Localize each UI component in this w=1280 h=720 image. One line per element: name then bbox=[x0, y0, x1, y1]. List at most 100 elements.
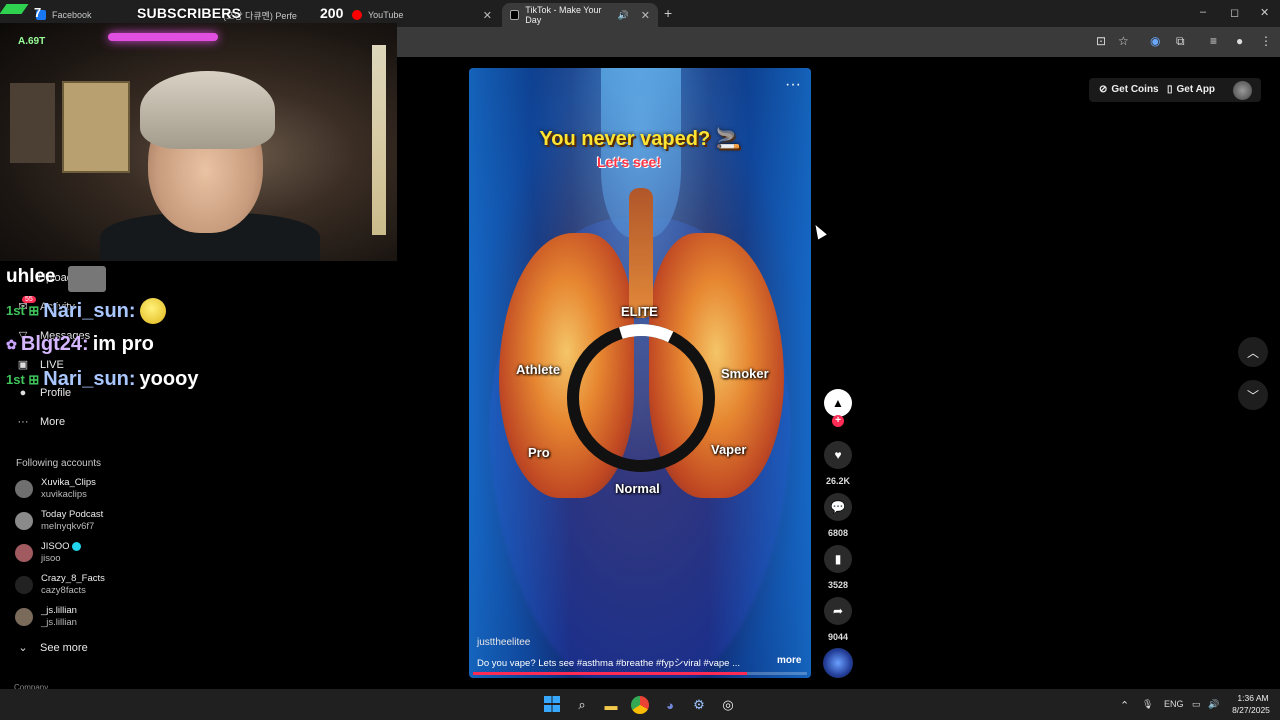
heart-icon: ♥ bbox=[834, 448, 842, 462]
sound-disc-icon[interactable] bbox=[823, 648, 853, 678]
comment-count: 6808 bbox=[827, 528, 849, 538]
chat-badge-icon: 1st ⊞ bbox=[6, 371, 40, 387]
language-indicator[interactable]: ENG bbox=[1164, 699, 1184, 709]
close-tab-icon[interactable]: ✕ bbox=[483, 9, 492, 22]
get-coins-button[interactable]: ⊘ Get Coins bbox=[1099, 84, 1159, 95]
search-icon[interactable]: ⌕ bbox=[573, 696, 591, 714]
mouse-cursor-icon bbox=[811, 222, 827, 240]
video-author[interactable]: justtheelitee bbox=[477, 637, 530, 648]
account-handle: cazy8facts bbox=[41, 585, 86, 596]
windows-start-icon[interactable] bbox=[544, 696, 560, 712]
minimize-button[interactable]: – bbox=[1200, 6, 1206, 18]
wanted-poster bbox=[62, 81, 130, 173]
comment-icon: 💬 bbox=[830, 500, 846, 514]
clock-date[interactable]: 8/27/2025 bbox=[1226, 705, 1276, 715]
account-name: JISOO bbox=[41, 541, 70, 552]
chat-username: Nari_sun: bbox=[43, 368, 136, 390]
bookmark-star-icon[interactable]: ☆ bbox=[1118, 34, 1129, 48]
wall-poster bbox=[10, 83, 55, 163]
install-icon[interactable]: ⊡ bbox=[1096, 34, 1106, 48]
comment-button[interactable]: 💬 bbox=[824, 493, 852, 521]
video-title: You never vaped? 🚬 bbox=[539, 128, 741, 150]
account-handle: xuvikaclips bbox=[41, 489, 87, 500]
like-count: 26.2K bbox=[825, 476, 851, 486]
chrome-icon[interactable] bbox=[631, 696, 649, 714]
ring-progress bbox=[567, 324, 715, 472]
avatar bbox=[15, 512, 33, 530]
tab-label: TikTok - Make Your Day bbox=[525, 5, 602, 25]
ring-track bbox=[567, 324, 715, 472]
breath-meter-ring bbox=[567, 324, 715, 472]
avatar bbox=[15, 608, 33, 626]
follow-plus-icon[interactable]: + bbox=[832, 415, 844, 427]
chat-username: Blgt24: bbox=[20, 333, 89, 355]
neon-light bbox=[108, 33, 218, 41]
webcam-feed: A.69T bbox=[0, 23, 397, 261]
coin-icon: ⊘ bbox=[1099, 84, 1108, 95]
avatar bbox=[15, 576, 33, 594]
share-button[interactable]: ➦ bbox=[824, 597, 852, 625]
see-more-label: See more bbox=[40, 641, 88, 654]
previous-video-button[interactable]: ︿ bbox=[1238, 337, 1268, 367]
account-name: Crazy_8_Facts bbox=[41, 573, 105, 584]
extensions-puzzle-icon[interactable]: ⧉ bbox=[1176, 34, 1185, 49]
chat-username: Nari_sun: bbox=[43, 299, 136, 322]
steam-icon[interactable]: ⚙ bbox=[690, 696, 708, 714]
video-progress-bar[interactable] bbox=[473, 672, 807, 675]
subscribers-count: 200 bbox=[320, 5, 344, 21]
creator-avatar[interactable]: ▲ bbox=[824, 389, 852, 417]
see-more-button[interactable]: ⌄ See more bbox=[16, 641, 88, 655]
speaker-icon[interactable]: 🔊 bbox=[618, 10, 629, 21]
chat-badge-icon: 1st ⊞ bbox=[6, 303, 40, 318]
save-button[interactable]: ▮ bbox=[824, 545, 852, 573]
following-account[interactable]: Crazy_8_Facts cazy8facts bbox=[15, 573, 105, 597]
display-icon[interactable]: ▭ bbox=[1192, 699, 1201, 710]
new-tab-button[interactable]: + bbox=[664, 5, 672, 21]
label-athlete: Athlete bbox=[516, 362, 561, 377]
chat-user-thumbnail bbox=[68, 266, 106, 292]
more-dots-icon: ··· bbox=[17, 416, 29, 428]
subscribers-label: SUBSCRIBERS bbox=[137, 5, 242, 21]
video-options-icon[interactable]: ··· bbox=[785, 76, 801, 94]
video-progress-fill bbox=[473, 672, 747, 675]
get-app-label: Get App bbox=[1176, 84, 1216, 95]
account-name: Xuvika_Clips bbox=[41, 477, 96, 488]
volume-icon[interactable]: 🔊 bbox=[1208, 699, 1219, 710]
following-account[interactable]: _js.lillian _js.lillian bbox=[15, 605, 77, 629]
file-explorer-icon[interactable]: ▬ bbox=[602, 696, 620, 714]
like-button[interactable]: ♥ bbox=[824, 441, 852, 469]
close-window-button[interactable]: ✕ bbox=[1260, 6, 1269, 19]
video-subtitle: Let's see! bbox=[596, 154, 662, 170]
tiktok-icon bbox=[510, 10, 520, 20]
chat-message: ✿ Blgt24: im pro bbox=[6, 333, 154, 356]
label-elite: ELITE bbox=[621, 304, 658, 319]
get-app-button[interactable]: ▯ Get App bbox=[1167, 84, 1215, 95]
share-arrow-icon: ➦ bbox=[832, 604, 844, 618]
label-normal: Normal bbox=[615, 481, 660, 496]
chat-badge-icon: ✿ bbox=[6, 336, 17, 352]
maximize-button[interactable]: ◻ bbox=[1230, 6, 1239, 19]
video-player[interactable]: You never vaped? 🚬 Let's see! ··· ELITE … bbox=[469, 68, 811, 678]
chat-message: 1st ⊞ Nari_sun: yoooy bbox=[6, 368, 198, 391]
following-account[interactable]: Today Podcast melnyqkv6f7 bbox=[15, 509, 103, 533]
extension-icon[interactable]: ◉ bbox=[1150, 34, 1160, 48]
media-queue-icon[interactable]: ≡ bbox=[1210, 34, 1217, 48]
close-tab-icon[interactable]: ✕ bbox=[641, 9, 650, 22]
next-video-button[interactable]: ﹀ bbox=[1238, 380, 1268, 410]
ring-light bbox=[372, 45, 386, 235]
tray-chevron-icon[interactable]: ⌃ bbox=[1120, 699, 1129, 712]
tab-tiktok[interactable]: TikTok - Make Your Day 🔊 ✕ bbox=[502, 3, 658, 27]
account-handle: _js.lillian bbox=[41, 617, 77, 628]
obs-icon[interactable]: ◎ bbox=[719, 696, 737, 714]
clock-time[interactable]: 1:36 AM bbox=[1230, 693, 1276, 703]
caption-more-button[interactable]: more bbox=[777, 655, 801, 666]
profile-avatar-icon[interactable]: ● bbox=[1236, 34, 1243, 48]
sidebar-item-more[interactable]: ··· More bbox=[16, 416, 66, 428]
following-account[interactable]: JISOO jisoo bbox=[15, 541, 81, 565]
microphone-icon[interactable]: 🎙 bbox=[1142, 699, 1153, 710]
browser-menu-icon[interactable]: ⋮ bbox=[1260, 34, 1272, 48]
save-count: 3528 bbox=[827, 580, 849, 590]
following-account[interactable]: Xuvika_Clips xuvikaclips bbox=[15, 477, 96, 501]
user-avatar[interactable] bbox=[1233, 81, 1252, 100]
discord-icon[interactable]: ◕ bbox=[661, 696, 679, 714]
